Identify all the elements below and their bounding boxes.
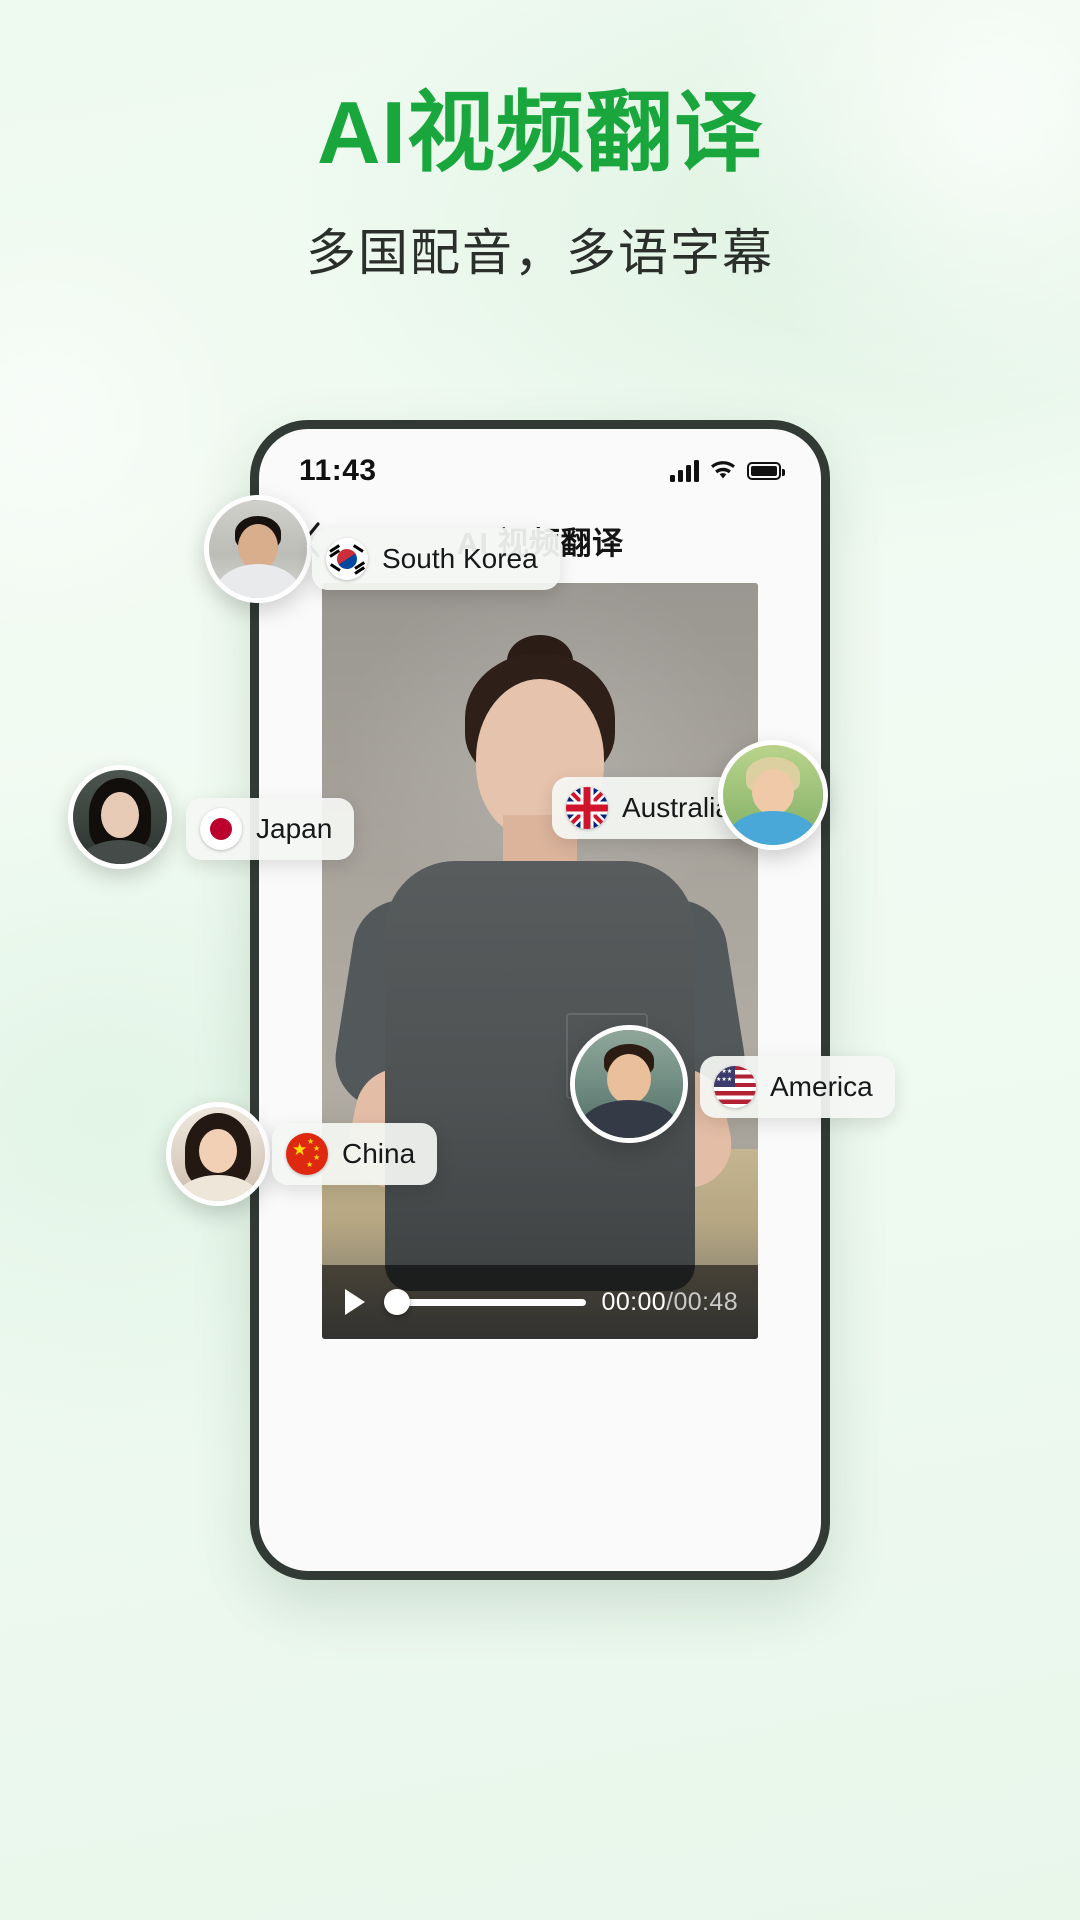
avatar-body	[78, 840, 162, 864]
progress-slider[interactable]	[384, 1289, 586, 1315]
avatar-body	[215, 564, 301, 598]
avatar-face	[101, 792, 139, 838]
avatar-face	[199, 1129, 237, 1173]
signal-bars-icon	[670, 460, 699, 482]
play-icon	[345, 1289, 365, 1315]
chip-label: Japan	[256, 813, 333, 844]
chip-label: Australia	[622, 792, 731, 823]
avatar-image	[171, 1107, 265, 1201]
avatar-american-man[interactable]	[570, 1025, 688, 1143]
chip-japan[interactable]: Japan	[186, 798, 355, 860]
hero-section: AI视频翻译 多国配音，多语字幕	[0, 0, 1080, 285]
avatar-image	[723, 745, 823, 845]
wifi-icon	[711, 461, 735, 479]
phone-mockup: 11:43 AI 视频翻译	[250, 420, 830, 1580]
video-player-controls: 00:00/00:48	[322, 1265, 758, 1339]
battery-full-icon	[747, 462, 785, 480]
status-time: 11:43	[299, 454, 377, 487]
chip-south-korea[interactable]: South Korea	[312, 528, 560, 590]
current-time: 00:00	[601, 1287, 667, 1316]
chip-america[interactable]: America	[700, 1056, 895, 1118]
chip-label: China	[342, 1138, 416, 1169]
avatar-image	[73, 770, 167, 864]
progress-knob[interactable]	[384, 1289, 410, 1315]
page-subtitle: 多国配音，多语字幕	[306, 225, 774, 282]
avatar-japanese-woman[interactable]	[68, 765, 172, 869]
flag-australia-icon	[566, 787, 608, 829]
flag-japan-icon	[200, 808, 242, 850]
progress-track	[384, 1298, 586, 1306]
flag-america-icon	[714, 1066, 756, 1108]
avatar-australian-boy[interactable]	[718, 740, 828, 850]
video-stage: 00:00/00:48	[259, 577, 821, 1363]
flag-china-icon: ★ ★ ★ ★ ★	[286, 1133, 328, 1175]
avatar-face	[752, 769, 794, 815]
avatar-face	[607, 1054, 651, 1104]
video-preview[interactable]: 00:00/00:48	[322, 583, 758, 1339]
avatar-korean-man[interactable]	[204, 495, 312, 603]
chip-china[interactable]: ★ ★ ★ ★ ★ China	[272, 1123, 438, 1185]
phone-frame: 11:43 AI 视频翻译	[250, 420, 830, 1580]
avatar-image	[209, 500, 307, 598]
avatar-image	[575, 1030, 683, 1138]
chip-label: South Korea	[382, 543, 538, 574]
status-bar: 11:43	[259, 429, 821, 503]
avatar-body	[175, 1175, 261, 1201]
play-button[interactable]	[342, 1287, 368, 1317]
chip-label: America	[770, 1071, 873, 1102]
avatar-chinese-woman[interactable]	[166, 1102, 270, 1206]
status-icons	[670, 460, 785, 482]
page-title: AI视频翻译	[316, 83, 763, 182]
flag-south-korea-icon	[326, 538, 368, 580]
total-time: 00:48	[673, 1287, 738, 1316]
time-display: 00:00/00:48	[602, 1288, 738, 1317]
avatar-body	[579, 1100, 679, 1138]
avatar-body	[727, 811, 819, 845]
